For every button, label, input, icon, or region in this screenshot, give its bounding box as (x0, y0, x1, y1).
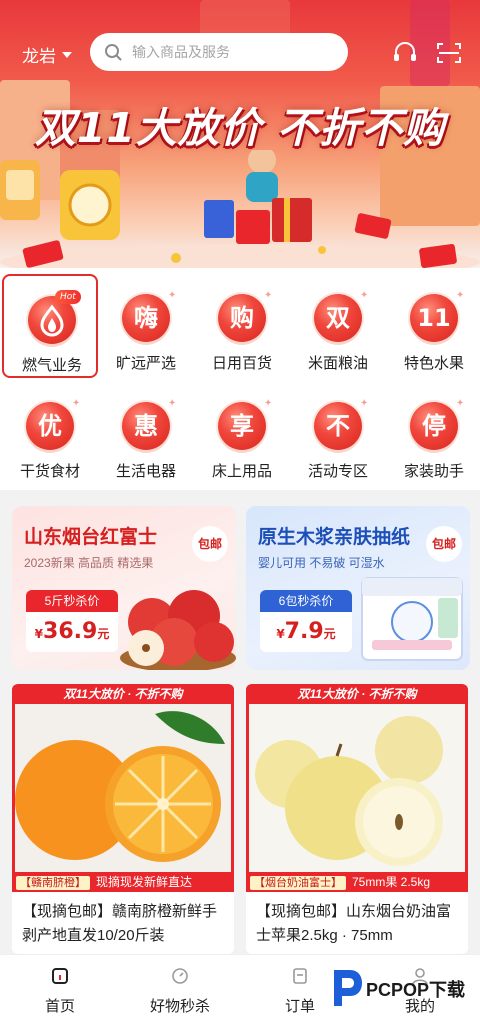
promo-card-apple[interactable]: 山东烟台红富士 2023新果 高品质 精选果 包邮 5斤秒杀价 ¥36.9元 (12, 506, 236, 670)
category-gas[interactable]: Hot 燃气业务 (2, 274, 98, 378)
eleven-icon: 11 (410, 294, 458, 342)
sparkle-icon: ✦ (72, 398, 81, 409)
price-box: 6包秒杀价 ¥7.9元 (260, 590, 352, 652)
product-badge: 【赣南脐橙】 (16, 876, 90, 890)
sparkle-icon: ✦ (360, 290, 369, 301)
free-shipping-badge: 包邮 (192, 526, 228, 562)
price-value: 7.9 (284, 619, 324, 644)
hi-icon: 嗨 (122, 294, 170, 342)
tab-flash-sale[interactable]: 好物秒杀 (120, 955, 240, 1021)
product-badge: 【烟台奶油富士】 (250, 876, 346, 890)
apple-basket-image (120, 590, 236, 670)
pcpop-watermark: PCPOP下载 (328, 966, 478, 1012)
promo-subtitle: 2023新果 高品质 精选果 (24, 556, 154, 570)
category-fruit[interactable]: 11 ✦ 特色水果 (386, 274, 480, 378)
search-icon (105, 44, 122, 61)
orange-product-image (15, 704, 231, 872)
promo-title: 山东烟台红富士 (24, 527, 158, 548)
sparkle-icon: ✦ (264, 290, 273, 301)
price: ¥7.9元 (260, 612, 352, 652)
location-label: 龙岩 (22, 47, 56, 67)
category-label: 生活电器 (115, 463, 176, 480)
product-strip: 【烟台奶油富士】 75mm果 2.5kg (246, 872, 468, 892)
category-dry-food[interactable]: 优 ✦ 干货食材 (2, 382, 98, 486)
enjoy-icon: 享 (218, 402, 266, 450)
home-icon (52, 968, 68, 984)
price-unit: 元 (323, 627, 336, 641)
product-ribbon: 双11大放价 · 不折不购 (246, 684, 468, 704)
promo-title: 原生木浆亲肤抽纸 (258, 527, 411, 548)
discount-icon: 惠 (122, 402, 170, 450)
product-card-orange[interactable]: 双11大放价 · 不折不购 【赣南脐橙】 现摘现发新鲜直达 【现摘包邮】赣南脐橙新… (12, 684, 234, 954)
sparkle-icon: ✦ (360, 398, 369, 409)
product-name: 【现摘包邮】山东烟台奶油富士苹果2.5kg · 75mm (256, 903, 452, 944)
hot-badge: Hot (55, 290, 81, 304)
category-label: 日用百货 (211, 355, 272, 372)
product-name: 【现摘包邮】赣南脐橙新鲜手剥产地直发10/20斤装 (22, 903, 218, 944)
category-label: 床上用品 (211, 463, 272, 480)
sparkle-icon: ✦ (456, 290, 465, 301)
category-grid: Hot 燃气业务 嗨 ✦ 旷远严选 购 ✦ 日用百货 双 ✦ 米面粮油 11 ✦… (0, 268, 480, 490)
apple-product-image (249, 704, 465, 872)
scan-icon[interactable] (436, 42, 462, 64)
pcpop-logo-icon (334, 970, 362, 1006)
promo-card-tissue[interactable]: 原生木浆亲肤抽纸 婴儿可用 不易破 可湿水 包邮 6包秒杀价 ¥7.9元 (246, 506, 470, 670)
stop-icon: 停 (410, 402, 458, 450)
category-kuangyuan[interactable]: 嗨 ✦ 旷远严选 (98, 274, 194, 378)
category-label: 燃气业务 (21, 357, 82, 374)
price-unit: 元 (97, 627, 110, 641)
tab-label: 好物秒杀 (149, 998, 210, 1015)
order-icon (293, 968, 307, 984)
location-selector[interactable]: 龙岩 (22, 42, 72, 67)
search-bar[interactable] (90, 33, 348, 71)
no-icon: 不 (314, 402, 362, 450)
product-strip-text: 现摘现发新鲜直达 (96, 875, 193, 889)
tab-label: 首页 (44, 998, 75, 1015)
price-currency: ¥ (34, 627, 44, 641)
category-grain-oil[interactable]: 双 ✦ 米面粮油 (290, 274, 386, 378)
tissue-pack-image (361, 577, 463, 661)
double-icon: 双 (314, 294, 362, 342)
price-value: 36.9 (43, 619, 98, 644)
category-label: 干货食材 (19, 463, 80, 480)
category-bedding[interactable]: 享 ✦ 床上用品 (194, 382, 290, 486)
sparkle-icon: ✦ (168, 398, 177, 409)
category-daily[interactable]: 购 ✦ 日用百货 (194, 274, 290, 378)
banner-illustration (0, 150, 480, 268)
excellent-icon: 优 (26, 402, 74, 450)
deal-label: 6包秒杀价 (260, 590, 352, 612)
sparkle-icon: ✦ (456, 398, 465, 409)
category-label: 家装助手 (403, 463, 464, 480)
hero-banner[interactable]: 龙岩 双11大放价 不折不购 (0, 0, 480, 268)
category-label: 旷远严选 (115, 355, 176, 372)
category-label: 特色水果 (403, 355, 464, 372)
buy-icon: 购 (218, 294, 266, 342)
price-box: 5斤秒杀价 ¥36.9元 (26, 590, 118, 652)
search-input[interactable] (132, 44, 332, 60)
product-card-apple[interactable]: 双11大放价 · 不折不购 【烟台奶油富士】 75mm果 2.5kg 【现摘包邮】… (246, 684, 468, 954)
tab-home[interactable]: 首页 (0, 955, 120, 1021)
flash-sale-icon (172, 968, 188, 984)
banner-title: 双11大放价 不折不购 (34, 104, 446, 152)
category-label: 米面粮油 (307, 355, 368, 372)
product-strip-text: 75mm果 2.5kg (352, 875, 431, 889)
sparkle-icon: ✦ (264, 398, 273, 409)
category-label: 活动专区 (307, 463, 368, 480)
headset-icon[interactable] (392, 42, 418, 64)
sparkle-icon: ✦ (168, 290, 177, 301)
product-strip: 【赣南脐橙】 现摘现发新鲜直达 (12, 872, 234, 892)
category-events[interactable]: 不 ✦ 活动专区 (290, 382, 386, 486)
product-ribbon: 双11大放价 · 不折不购 (12, 684, 234, 704)
category-home-decor[interactable]: 停 ✦ 家装助手 (386, 382, 480, 486)
category-appliances[interactable]: 惠 ✦ 生活电器 (98, 382, 194, 486)
price: ¥36.9元 (26, 612, 118, 652)
chevron-down-icon (62, 51, 72, 58)
deal-label: 5斤秒杀价 (26, 590, 118, 612)
free-shipping-badge: 包邮 (426, 526, 462, 562)
price-currency: ¥ (276, 627, 285, 641)
watermark-text: PCPOP下载 (366, 980, 466, 1000)
